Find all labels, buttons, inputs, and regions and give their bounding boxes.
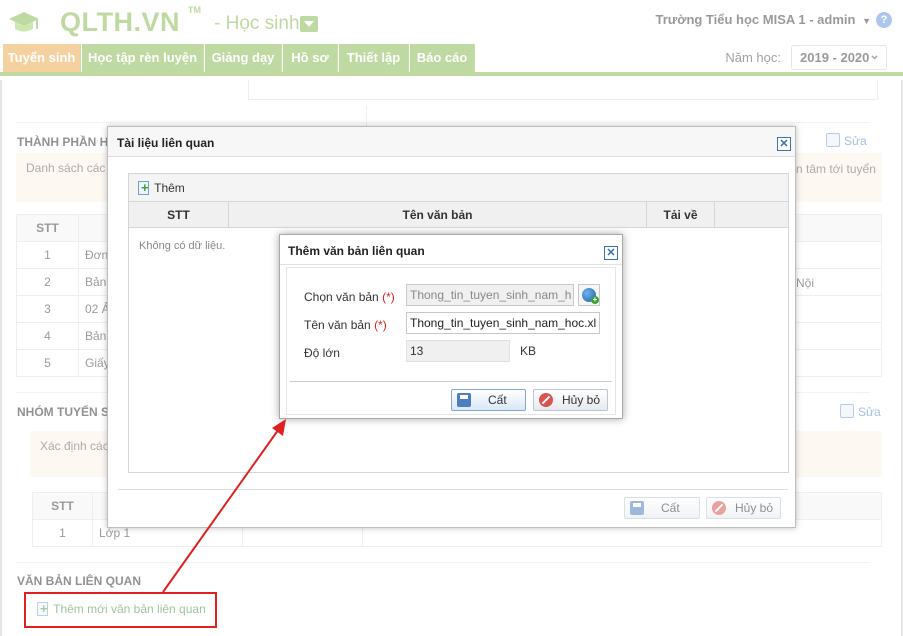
annotation-arrow-icon — [162, 419, 286, 593]
